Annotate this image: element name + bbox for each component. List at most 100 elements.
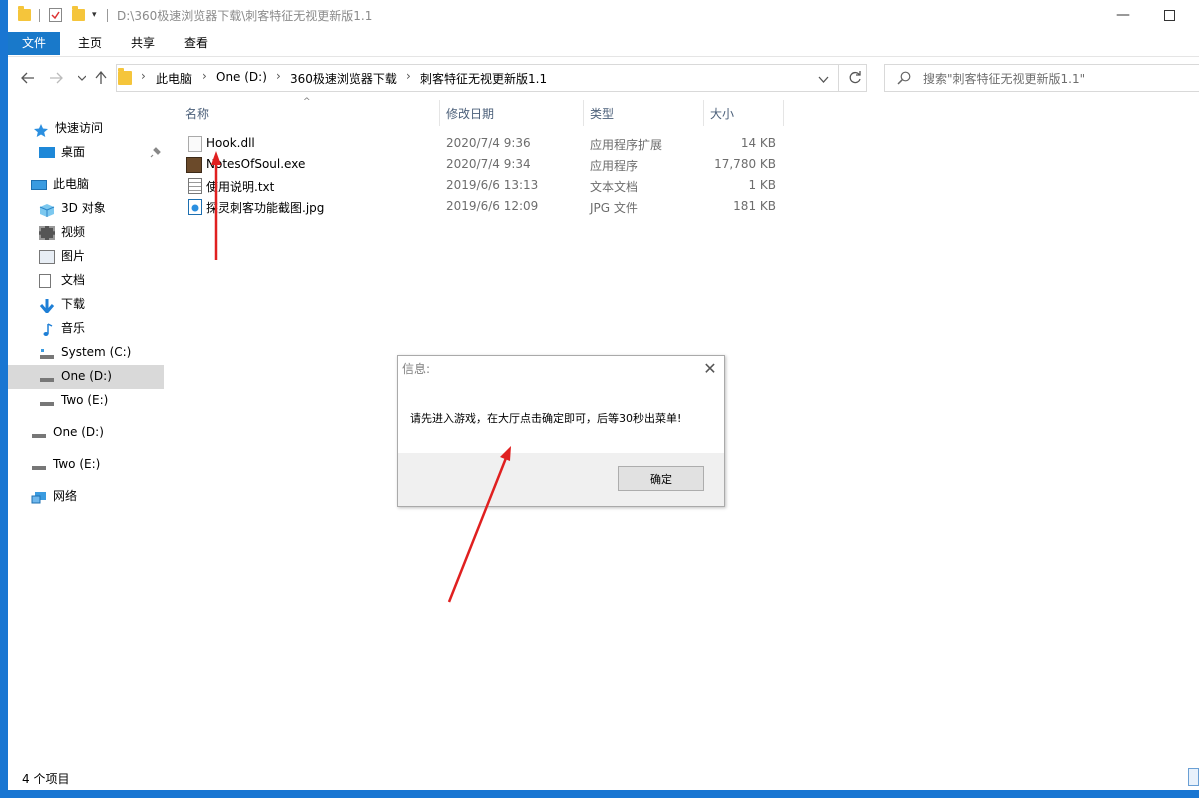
drive-icon bbox=[31, 458, 47, 472]
refresh-icon[interactable] bbox=[848, 70, 862, 88]
nav-label: Two (E:) bbox=[61, 393, 109, 407]
nav-this-pc[interactable]: 此电脑 bbox=[31, 173, 89, 195]
breadcrumb-downloads-folder[interactable]: 360极速浏览器下载 bbox=[290, 70, 397, 87]
nav-label: 下载 bbox=[61, 297, 86, 311]
column-divider[interactable] bbox=[583, 100, 584, 126]
column-header-date[interactable]: 修改日期 bbox=[446, 104, 494, 124]
exe-app-icon bbox=[186, 157, 202, 173]
drive-icon bbox=[39, 394, 55, 408]
dialog-title: 信息: bbox=[402, 362, 431, 376]
column-header-name[interactable]: 名称 bbox=[185, 104, 209, 124]
up-button[interactable] bbox=[89, 66, 113, 90]
back-button[interactable] bbox=[16, 66, 40, 90]
nav-downloads[interactable]: 下载 bbox=[39, 293, 85, 315]
details-view-button[interactable] bbox=[1188, 768, 1199, 786]
window-frame-bottom bbox=[0, 790, 1199, 798]
folder-icon bbox=[18, 6, 31, 21]
nav-label: 图片 bbox=[61, 249, 86, 263]
column-divider[interactable] bbox=[703, 100, 704, 126]
chevron-right-icon[interactable]: › bbox=[406, 69, 411, 83]
window-title: D:\360极速浏览器下载\刺客特征无视更新版1.1 bbox=[117, 9, 373, 23]
nav-music[interactable]: 音乐 bbox=[39, 317, 85, 339]
breadcrumb-current-folder[interactable]: 刺客特征无视更新版1.1 bbox=[420, 70, 547, 87]
chevron-down-icon[interactable]: ▾ bbox=[92, 10, 97, 20]
ok-button[interactable]: 确定 bbox=[618, 466, 704, 491]
address-dropdown-icon[interactable] bbox=[818, 72, 829, 86]
nav-drive-d[interactable]: One (D:) bbox=[39, 365, 112, 387]
forward-button[interactable] bbox=[44, 66, 68, 90]
tab-view[interactable]: 查看 bbox=[170, 32, 222, 55]
computer-icon bbox=[31, 179, 47, 190]
chevron-right-icon[interactable]: › bbox=[202, 69, 207, 83]
nav-drive-e[interactable]: Two (E:) bbox=[39, 389, 108, 411]
download-arrow-icon bbox=[39, 298, 55, 314]
nav-label: 桌面 bbox=[61, 145, 86, 159]
file-type: JPG 文件 bbox=[590, 201, 638, 215]
file-date: 2020/7/4 9:34 bbox=[446, 157, 531, 171]
folder-icon bbox=[118, 68, 132, 85]
column-divider[interactable] bbox=[439, 100, 440, 126]
music-note-icon bbox=[39, 322, 55, 336]
drive-icon bbox=[31, 426, 47, 440]
file-row[interactable]: Hook.dll 2020/7/4 9:36 应用程序扩展 14 KB bbox=[180, 134, 784, 154]
desktop-icon bbox=[39, 147, 55, 158]
tab-share[interactable]: 共享 bbox=[117, 32, 169, 55]
picture-icon bbox=[39, 249, 55, 264]
nav-desktop[interactable]: 桌面 bbox=[39, 141, 85, 163]
file-row[interactable]: NotesOfSoul.exe 2020/7/4 9:34 应用程序 17,78… bbox=[180, 155, 784, 175]
tab-home[interactable]: 主页 bbox=[64, 32, 116, 55]
pin-icon[interactable] bbox=[150, 146, 162, 161]
file-row[interactable]: 使用说明.txt 2019/6/6 13:13 文本文档 1 KB bbox=[180, 176, 784, 196]
nav-drive-c[interactable]: System (C:) bbox=[39, 341, 131, 363]
nav-videos[interactable]: 视频 bbox=[39, 221, 85, 243]
sort-up-icon: ^ bbox=[303, 97, 311, 107]
film-icon bbox=[39, 225, 55, 240]
address-divider bbox=[838, 64, 839, 92]
nav-label: 视频 bbox=[61, 225, 86, 239]
column-divider[interactable] bbox=[783, 100, 784, 126]
toolbar-divider bbox=[39, 9, 40, 22]
nav-label: One (D:) bbox=[61, 369, 112, 383]
search-icon bbox=[897, 71, 911, 88]
file-row[interactable]: 探灵刺客功能截图.jpg 2019/6/6 12:09 JPG 文件 181 K… bbox=[180, 197, 784, 217]
network-icon bbox=[31, 490, 47, 504]
file-size: 17,780 KB bbox=[714, 157, 776, 171]
toolbar-divider bbox=[107, 9, 108, 22]
tab-file[interactable]: 文件 bbox=[8, 32, 61, 55]
nav-drive-d-root[interactable]: One (D:) bbox=[31, 421, 104, 443]
nav-network[interactable]: 网络 bbox=[31, 485, 77, 507]
file-size: 181 KB bbox=[733, 199, 776, 213]
minimize-button[interactable]: — bbox=[1100, 0, 1146, 30]
info-dialog: 信息: ✕ 请先进入游戏，在大厅点击确定即可，后等30秒出菜单! 确定 bbox=[397, 355, 725, 507]
breadcrumb-this-pc[interactable]: 此电脑 bbox=[156, 70, 192, 87]
close-icon[interactable]: ✕ bbox=[700, 358, 720, 378]
search-input[interactable]: 搜索"刺客特征无视更新版1.1" bbox=[923, 70, 1085, 87]
text-file-icon bbox=[188, 178, 202, 194]
chevron-right-icon[interactable]: › bbox=[141, 69, 146, 83]
nav-3d-objects[interactable]: 3D 对象 bbox=[39, 197, 106, 219]
nav-documents[interactable]: 文档 bbox=[39, 269, 85, 291]
nav-label: 3D 对象 bbox=[61, 201, 106, 215]
nav-label: System (C:) bbox=[61, 345, 132, 359]
new-folder-icon[interactable] bbox=[72, 6, 85, 21]
nav-label: 网络 bbox=[53, 489, 78, 503]
column-header-type[interactable]: 类型 bbox=[590, 104, 614, 124]
column-header-size[interactable]: 大小 bbox=[710, 104, 734, 124]
file-type: 文本文档 bbox=[590, 180, 639, 194]
chevron-right-icon[interactable]: › bbox=[276, 69, 281, 83]
nav-quick-access[interactable]: 快速访问 bbox=[33, 117, 103, 139]
properties-icon[interactable] bbox=[49, 8, 62, 22]
file-name: 使用说明.txt bbox=[206, 180, 275, 194]
nav-pictures[interactable]: 图片 bbox=[39, 245, 85, 267]
system-drive-icon bbox=[39, 346, 55, 360]
cube-3d-icon bbox=[39, 202, 55, 217]
maximize-button[interactable] bbox=[1146, 0, 1192, 30]
file-type: 应用程序 bbox=[590, 159, 639, 173]
breadcrumb-drive-d[interactable]: One (D:) bbox=[216, 70, 267, 84]
drive-icon bbox=[39, 370, 55, 384]
file-date: 2020/7/4 9:36 bbox=[446, 136, 531, 150]
nav-label: Two (E:) bbox=[53, 457, 101, 471]
nav-drive-e-root[interactable]: Two (E:) bbox=[31, 453, 100, 475]
document-icon bbox=[39, 273, 51, 288]
image-file-icon bbox=[188, 199, 202, 215]
